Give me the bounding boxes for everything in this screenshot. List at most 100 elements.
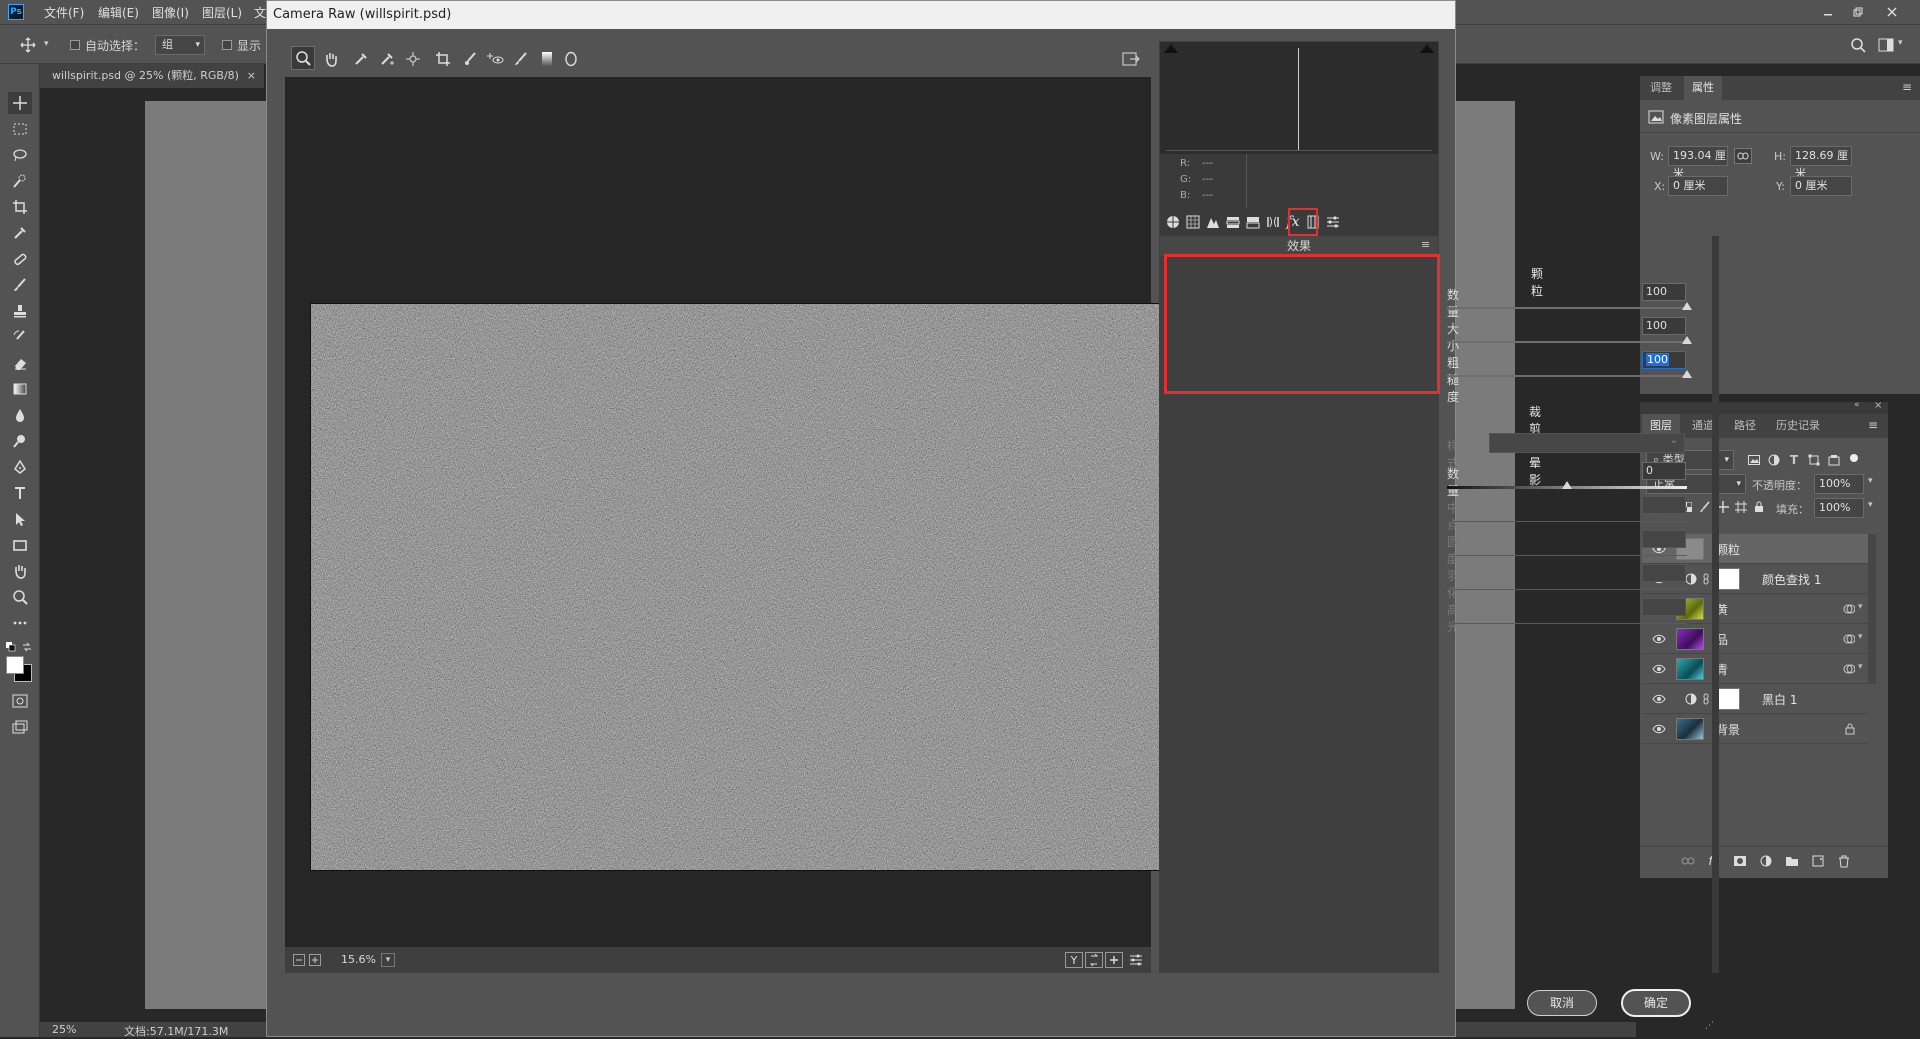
blending-options-icon[interactable]	[1842, 662, 1856, 676]
new-layer-icon[interactable]	[1810, 853, 1826, 869]
restore-icon[interactable]	[1850, 4, 1866, 20]
filter-shape-icon[interactable]	[1806, 452, 1822, 468]
visibility-eye-icon[interactable]	[1652, 633, 1666, 645]
swap-before-after-icon[interactable]	[1085, 952, 1103, 968]
rectangle-tool-icon[interactable]	[8, 534, 32, 556]
layers-panel-menu-icon[interactable]: ≡	[1868, 418, 1878, 432]
grain-amount-slider-thumb[interactable]	[1682, 302, 1692, 310]
menu-layer[interactable]: 图层(L)	[202, 4, 242, 21]
tool-preset-chevron-icon[interactable]: ▾	[44, 39, 49, 49]
type-tool-icon[interactable]	[8, 482, 32, 504]
shadow-clipping-icon[interactable]	[1164, 44, 1178, 53]
clone-stamp-tool-icon[interactable]	[8, 300, 32, 322]
height-field[interactable]: 128.69 厘米	[1790, 146, 1852, 180]
panel-menu-icon[interactable]: ≡	[1902, 80, 1912, 94]
filter-type-icon[interactable]: T	[1786, 452, 1802, 468]
before-after-view-icon[interactable]: Y	[1065, 952, 1083, 968]
dodge-tool-icon[interactable]	[8, 430, 32, 452]
copy-settings-icon[interactable]	[1105, 952, 1123, 968]
layer-name[interactable]: 颗粒	[1716, 541, 1740, 558]
layer-name[interactable]: 背景	[1716, 721, 1740, 738]
visibility-eye-icon[interactable]	[1652, 693, 1666, 705]
layer-row[interactable]: 黑白 1	[1642, 684, 1868, 714]
collapse-panel-icon[interactable]: «	[1854, 400, 1860, 410]
add-mask-icon[interactable]	[1732, 853, 1748, 869]
eyedropper-tool-icon[interactable]	[8, 222, 32, 244]
split-toning-icon[interactable]	[1244, 213, 1262, 231]
search-icon[interactable]	[1848, 35, 1868, 55]
filter-adjustment-icon[interactable]	[1766, 452, 1782, 468]
filter-toggle-icon[interactable]	[1850, 454, 1858, 462]
grain-size-field[interactable]: 100	[1642, 317, 1686, 335]
y-field[interactable]: 0 厘米	[1790, 176, 1852, 196]
link-dimensions-icon[interactable]	[1734, 148, 1752, 164]
grain-size-slider-track[interactable]	[1447, 341, 1687, 343]
opacity-field[interactable]: 100%	[1814, 474, 1864, 494]
crop-tool-icon[interactable]	[8, 196, 32, 218]
toggle-settings-icon[interactable]	[1127, 952, 1145, 968]
zoom-tool-icon[interactable]	[8, 586, 32, 608]
layer-row[interactable]: 背景	[1642, 714, 1868, 744]
tab-paths[interactable]: 路径	[1726, 414, 1764, 438]
new-group-icon[interactable]	[1784, 853, 1800, 869]
red-eye-tool-icon[interactable]	[485, 49, 505, 69]
settings-scrollbar[interactable]	[1712, 236, 1719, 973]
zoom-level[interactable]: 15.6%	[341, 953, 376, 966]
ok-button[interactable]: 确定	[1621, 989, 1691, 1017]
spot-removal-tool-icon[interactable]	[461, 49, 481, 69]
hsl-icon[interactable]	[1224, 213, 1242, 231]
workspace-chevron-icon[interactable]: ▾	[1898, 38, 1903, 48]
layer-name[interactable]: 颜色查找 1	[1762, 571, 1821, 588]
quick-mask-icon[interactable]	[8, 690, 32, 712]
grain-size-slider-thumb[interactable]	[1682, 336, 1692, 344]
quick-select-tool-icon[interactable]	[8, 170, 32, 192]
grain-roughness-field[interactable]: 100	[1642, 351, 1686, 369]
crop-tool-icon[interactable]	[433, 49, 453, 69]
radial-filter-tool-icon[interactable]	[561, 49, 581, 69]
tab-adjustments[interactable]: 调整	[1642, 76, 1680, 100]
blending-options-icon[interactable]	[1842, 602, 1856, 616]
grain-roughness-slider-track[interactable]	[1447, 375, 1687, 377]
history-brush-tool-icon[interactable]	[8, 326, 32, 348]
workspace-icon[interactable]	[1876, 35, 1896, 55]
filter-smart-object-icon[interactable]	[1826, 452, 1842, 468]
close-panel-icon[interactable]: ×	[1874, 400, 1882, 411]
preview-image[interactable]	[310, 303, 1163, 871]
zoom-tool-icon[interactable]	[291, 46, 315, 70]
minimize-icon[interactable]	[1820, 4, 1836, 20]
hand-tool-icon[interactable]	[8, 560, 32, 582]
tone-curve-icon[interactable]	[1184, 213, 1202, 231]
filter-pixel-icon[interactable]	[1746, 452, 1762, 468]
width-field[interactable]: 193.04 厘米	[1668, 146, 1728, 180]
fill-chevron-icon[interactable]: ▾	[1868, 500, 1873, 510]
highlight-clipping-icon[interactable]	[1420, 44, 1434, 53]
default-colors-icon[interactable]	[6, 642, 16, 652]
expand-chevron-icon[interactable]: ▾	[1858, 632, 1863, 642]
zoom-dropdown-chevron-icon[interactable]: ▾	[381, 953, 395, 967]
layers-scrollbar[interactable]	[1868, 534, 1876, 684]
healing-brush-tool-icon[interactable]	[8, 248, 32, 270]
white-balance-tool-icon[interactable]	[351, 49, 371, 69]
cancel-button[interactable]: 取消	[1527, 990, 1597, 1016]
hand-tool-icon[interactable]	[321, 49, 341, 69]
lock-image-icon[interactable]	[1698, 500, 1712, 514]
blur-tool-icon[interactable]	[8, 404, 32, 426]
mask-link-icon[interactable]	[1702, 572, 1710, 586]
adjustment-brush-tool-icon[interactable]	[511, 49, 531, 69]
grain-amount-slider-track[interactable]	[1447, 307, 1687, 309]
move-tool-icon[interactable]	[8, 92, 32, 114]
vignette-style-dropdown[interactable]: ⌄	[1489, 433, 1685, 453]
presets-icon[interactable]	[1324, 213, 1342, 231]
effects-panel-menu-icon[interactable]: ≡	[1421, 238, 1430, 251]
fill-field[interactable]: 100%	[1814, 498, 1864, 518]
resize-grip-icon[interactable]: ⋰	[1705, 1021, 1714, 1031]
auto-select-checkbox[interactable]	[70, 40, 80, 50]
vignette-amount-field[interactable]: 0	[1642, 462, 1686, 480]
tab-properties[interactable]: 属性	[1684, 76, 1722, 100]
vignette-amount-slider-thumb[interactable]	[1562, 481, 1572, 489]
auto-select-dropdown[interactable]: 组 ▾	[155, 35, 205, 55]
grain-roughness-slider-thumb[interactable]	[1682, 370, 1692, 378]
x-field[interactable]: 0 厘米	[1668, 176, 1728, 196]
document-tab[interactable]: willspirit.psd @ 25% (颗粒, RGB/8) ×	[40, 64, 264, 88]
visibility-eye-icon[interactable]	[1652, 663, 1666, 675]
